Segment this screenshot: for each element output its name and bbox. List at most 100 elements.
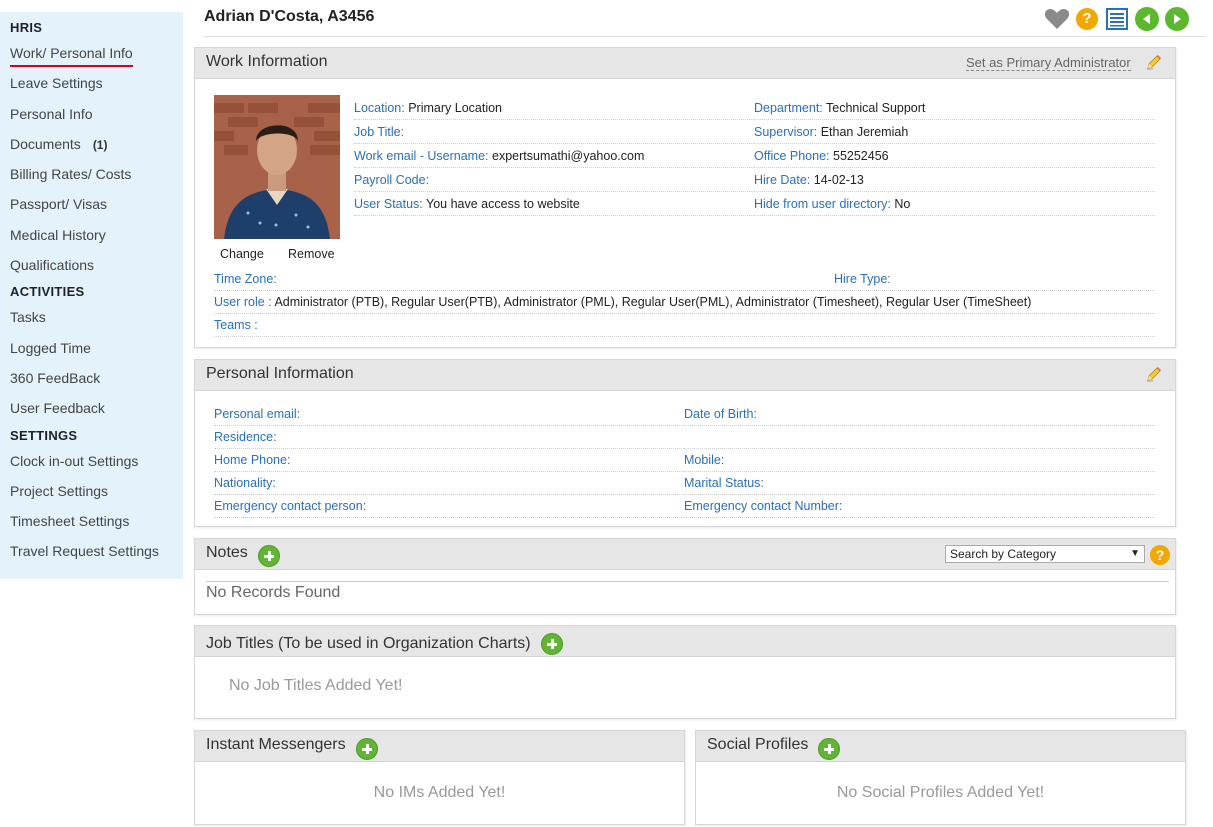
add-job-title-icon[interactable] <box>541 633 563 655</box>
set-primary-admin-link[interactable]: Set as Primary Administrator <box>966 55 1131 71</box>
help-icon[interactable]: ? <box>1150 545 1170 565</box>
sidebar-item-work-personal-info[interactable]: Work/ Personal Info <box>10 38 183 68</box>
remove-photo-link[interactable]: Remove <box>288 247 335 261</box>
documents-count-badge: (1) <box>92 137 108 152</box>
page-title: Adrian D'Costa, A3456 <box>204 8 375 25</box>
sidebar-item-billing-rates[interactable]: Billing Rates/ Costs <box>10 159 183 189</box>
sidebar-item-tasks[interactable]: Tasks <box>10 302 183 332</box>
title-divider <box>204 36 1206 37</box>
sidebar-item-documents[interactable]: Documents (1) <box>10 129 183 159</box>
job-titles-empty-message: No Job Titles Added Yet! <box>229 677 403 694</box>
field-label: Payroll Code: <box>354 173 430 187</box>
list-icon[interactable] <box>1104 6 1130 32</box>
sidebar-item-user-feedback[interactable]: User Feedback <box>10 393 183 423</box>
field-label: Emergency contact Number: <box>684 499 843 513</box>
previous-icon[interactable] <box>1134 6 1160 32</box>
heart-icon[interactable] <box>1044 6 1070 32</box>
field-office-phone: Office Phone: 55252456 <box>754 145 1155 168</box>
personal-information-panel: Personal Information Personal email: Dat… <box>194 359 1176 527</box>
field-empty <box>684 426 1155 449</box>
field-value: 55252456 <box>833 149 889 163</box>
field-label: Teams : <box>214 318 258 332</box>
notes-empty-message: No Records Found <box>206 584 341 601</box>
field-emergency-contact-person: Emergency contact person: <box>214 495 684 518</box>
field-label: Work email - Username: <box>354 149 489 163</box>
social-empty-message: No Social Profiles Added Yet! <box>836 784 1045 801</box>
field-value: Ethan Jeremiah <box>820 125 909 139</box>
field-label: User Status: <box>354 197 423 211</box>
field-location: Location: Primary Location <box>354 97 754 120</box>
field-label: Mobile: <box>684 453 725 467</box>
field-marital-status: Marital Status: <box>684 472 1155 495</box>
sidebar-item-personal-info[interactable]: Personal Info <box>10 99 183 129</box>
category-search-select[interactable]: Search by Category ▼ <box>945 545 1145 563</box>
field-personal-email: Personal email: <box>214 403 684 426</box>
sidebar-item-leave-settings[interactable]: Leave Settings <box>10 68 183 98</box>
edit-pencil-icon[interactable] <box>1145 365 1163 383</box>
sidebar-item-label: User Feedback <box>10 400 105 417</box>
add-note-icon[interactable] <box>258 545 280 567</box>
field-residence: Residence: <box>214 426 684 449</box>
field-hide-from-directory: Hide from user directory: No <box>754 193 1155 216</box>
field-label: Nationality: <box>214 476 276 490</box>
work-information-panel: Work Information Set as Primary Administ… <box>194 47 1176 348</box>
field-value: No <box>894 197 911 211</box>
field-job-title: Job Title: <box>354 121 754 144</box>
field-label: Home Phone: <box>214 453 291 467</box>
panel-title: Notes <box>206 544 248 561</box>
add-im-icon[interactable] <box>356 738 378 760</box>
sidebar-item-clock-in-out-settings[interactable]: Clock in-out Settings <box>10 446 183 476</box>
sidebar-item-medical-history[interactable]: Medical History <box>10 220 183 250</box>
sidebar-item-360-feedback[interactable]: 360 FeedBack <box>10 363 183 393</box>
chevron-down-icon: ▼ <box>1130 548 1140 559</box>
panel-header: Notes Search by Category ▼ ? <box>195 539 1175 570</box>
add-social-profile-icon[interactable] <box>818 738 840 760</box>
sidebar-item-project-settings[interactable]: Project Settings <box>10 476 183 506</box>
sidebar-item-label: Personal Info <box>10 105 93 122</box>
sidebar-item-travel-request-settings[interactable]: Travel Request Settings <box>10 536 183 566</box>
field-date-of-birth: Date of Birth: <box>684 403 1155 426</box>
sidebar-item-label: Billing Rates/ Costs <box>10 166 132 183</box>
header-toolbar: ? <box>1040 5 1190 33</box>
sidebar-item-logged-time[interactable]: Logged Time <box>10 333 183 363</box>
sidebar-heading-settings: SETTINGS <box>10 427 78 443</box>
sidebar-item-label: 360 FeedBack <box>10 369 101 386</box>
panel-title: Social Profiles <box>707 736 809 753</box>
field-user-status: User Status: You have access to website <box>354 193 754 216</box>
sidebar-item-label: Documents <box>10 135 81 152</box>
notes-divider <box>206 581 1169 582</box>
field-value: 14-02-13 <box>813 173 864 187</box>
field-label: Hide from user directory: <box>754 197 891 211</box>
panel-header: Social Profiles <box>696 731 1185 762</box>
next-icon[interactable] <box>1164 6 1190 32</box>
panel-header: Work Information Set as Primary Administ… <box>195 48 1175 79</box>
help-icon[interactable]: ? <box>1074 6 1100 32</box>
field-hire-date: Hire Date: 14-02-13 <box>754 169 1155 192</box>
field-nationality: Nationality: <box>214 472 684 495</box>
sidebar-item-label: Logged Time <box>10 339 91 356</box>
panel-header: Job Titles (To be used in Organization C… <box>195 626 1175 657</box>
sidebar-item-label: Tasks <box>10 309 46 326</box>
field-label: User role : <box>214 295 272 309</box>
panel-header: Personal Information <box>195 360 1175 391</box>
edit-pencil-icon[interactable] <box>1145 53 1163 71</box>
field-value: Administrator (PTB), Regular User(PTB), … <box>274 295 1032 309</box>
sidebar-item-label: Timesheet Settings <box>10 513 130 530</box>
field-label: Personal email: <box>214 407 301 421</box>
field-label: Residence: <box>214 430 277 444</box>
sidebar-item-qualifications[interactable]: Qualifications <box>10 250 183 280</box>
profile-photo <box>214 95 340 239</box>
field-home-phone: Home Phone: <box>214 449 684 472</box>
field-label: Department: <box>754 101 823 115</box>
sidebar-item-passport-visas[interactable]: Passport/ Visas <box>10 189 183 219</box>
notes-panel: Notes Search by Category ▼ ? No Records F… <box>194 538 1176 615</box>
sidebar-item-label: Travel Request Settings <box>10 543 159 560</box>
ims-empty-message: No IMs Added Yet! <box>373 784 506 801</box>
field-label: Date of Birth: <box>684 407 757 421</box>
field-label: Supervisor: <box>754 125 818 139</box>
change-photo-link[interactable]: Change <box>220 247 264 261</box>
sidebar-item-label: Medical History <box>10 226 106 243</box>
panel-header: Instant Messengers <box>195 731 684 762</box>
sidebar-heading-activities: ACTIVITIES <box>10 284 85 300</box>
sidebar-item-timesheet-settings[interactable]: Timesheet Settings <box>10 506 183 536</box>
